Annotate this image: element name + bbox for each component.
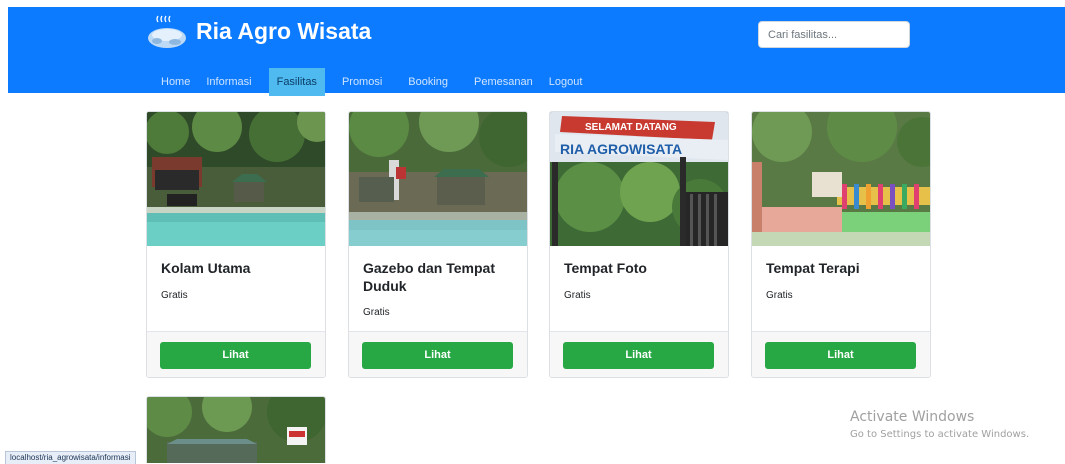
facility-photo [752,112,930,246]
facility-photo [147,112,325,246]
facility-title: Gazebo dan Tempat Duduk [363,260,495,294]
facility-price: Gratis [766,290,793,301]
facility-price: Gratis [161,290,188,301]
nav-promosi[interactable]: Promosi [334,68,390,96]
facility-title: Tempat Terapi [766,260,860,276]
windows-activation-title: Activate Windows [850,409,975,425]
facility-card [146,396,326,463]
view-button[interactable]: Lihat [362,342,513,369]
photo-sign-top: SELAMAT DATANG [585,122,677,133]
nav-booking[interactable]: Booking [400,68,456,96]
status-bar-url: localhost/ria_agrowisata/informasi [5,451,136,464]
view-button[interactable]: Lihat [160,342,311,369]
search-input[interactable] [758,21,910,48]
facility-card: Kolam Utama Gratis Lihat [146,111,326,378]
brand-title[interactable]: Ria Agro Wisata [196,18,371,44]
hot-spring-icon [148,15,186,48]
facility-photo [349,112,527,246]
facility-title: Tempat Foto [564,260,647,276]
facility-price: Gratis [564,290,591,301]
facility-price: Gratis [363,307,390,318]
windows-activation-hint: Go to Settings to activate Windows. [850,429,1030,440]
nav-home[interactable]: Home [153,68,198,96]
nav-logout[interactable]: Logout [541,68,591,96]
nav-informasi[interactable]: Informasi [198,68,259,96]
facility-card: Gazebo dan Tempat Duduk Gratis Lihat [348,111,528,378]
facility-photo: SELAMAT DATANG RIA AGROWISATA [550,112,728,246]
facility-photo [147,397,325,463]
view-button[interactable]: Lihat [765,342,916,369]
nav-fasilitas[interactable]: Fasilitas [268,68,325,96]
card-footer: Lihat [550,331,728,377]
card-footer: Lihat [349,331,527,377]
main-nav: Home Informasi Fasilitas Promosi Booking… [153,68,590,96]
facility-card: SELAMAT DATANG RIA AGROWISATA Tempat Fot… [549,111,729,378]
header-bar: Ria Agro Wisata Home Informasi Fasilitas… [8,7,1065,96]
card-footer: Lihat [752,331,930,377]
facility-card: Tempat Terapi Gratis Lihat [751,111,931,378]
nav-pemesanan[interactable]: Pemesanan [466,68,541,96]
facility-title: Kolam Utama [161,260,251,276]
view-button[interactable]: Lihat [563,342,714,369]
card-footer: Lihat [147,331,325,377]
photo-sign-main: RIA AGROWISATA [560,141,682,157]
